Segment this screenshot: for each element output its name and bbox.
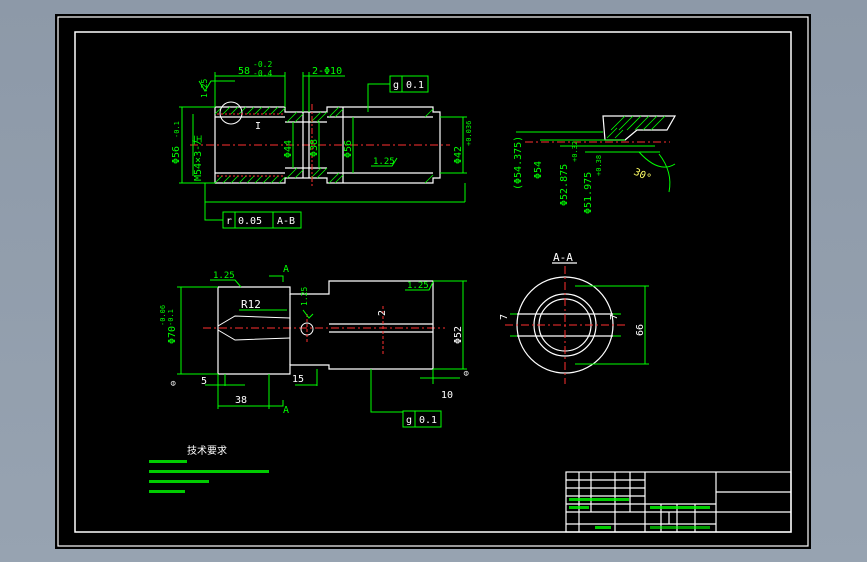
dim-phi70-tol-lo: -0.1	[167, 309, 175, 326]
dim-phi42-tol: +0.036	[465, 121, 473, 146]
view2-dimensions: 1.25 A R12 1.25 1.25 Φ70 -0.06 -0.1 ⊖ Φ5…	[159, 264, 472, 428]
dim-phi70: Φ70	[167, 326, 178, 344]
section-aa: A-A 7 7 66	[499, 251, 649, 384]
drawing-canvas[interactable]: I 58 -0.2 -0.4 2-Φ10 1.25 Φ56 -0.1 M54×3…	[55, 14, 811, 549]
dim-38: 38	[235, 395, 247, 406]
dim-2-phi10: 2-Φ10	[312, 66, 342, 77]
datum-symbol-a: ⊖	[169, 381, 179, 386]
cad-viewport: I 58 -0.2 -0.4 2-Φ10 1.25 Φ56 -0.1 M54×3…	[0, 0, 867, 562]
dim-phi52-875-tol: +0.32	[571, 141, 579, 162]
dim-58-tol-lo: -0.4	[253, 69, 272, 78]
view1-dimensions: 58 -0.2 -0.4 2-Φ10 1.25 Φ56 -0.1 M54×3-左…	[171, 60, 473, 229]
dim-slot-width: 2	[377, 310, 388, 316]
detail-view: (Φ54.375) Φ54 Φ52.875 +0.32 Φ51.975 +0.3…	[513, 115, 677, 214]
runout-symbol: r	[226, 216, 232, 227]
dim-10: 10	[441, 390, 453, 401]
dim-15: 15	[292, 374, 304, 385]
dim-phi56-left-tol: -0.1	[173, 121, 181, 138]
dim-angle-30: 30°	[632, 167, 653, 185]
runout-datum: A-B	[277, 216, 295, 227]
dim-66: 66	[635, 324, 646, 336]
dim-58: 58	[238, 66, 250, 77]
roughness-v2-b: 1.25	[300, 287, 309, 306]
dim-phi52: Φ52	[453, 326, 464, 344]
view1-section: I	[190, 101, 450, 186]
dim-phi54-375: (Φ54.375)	[513, 136, 524, 190]
technical-notes: 技术要求	[149, 444, 269, 493]
dim-thread: M54×3-左	[191, 135, 204, 181]
dim-7-left: 7	[499, 314, 510, 320]
section-mark-top: A	[283, 264, 289, 275]
flatness-symbol-top: g	[393, 80, 399, 91]
dim-phi54: Φ54	[533, 161, 544, 179]
drawing-svg: I 58 -0.2 -0.4 2-Φ10 1.25 Φ56 -0.1 M54×3…	[57, 16, 809, 547]
dim-phi52-875: Φ52.875	[559, 164, 570, 206]
roughness-top-left: 1.25	[200, 79, 209, 98]
view1-outline	[214, 106, 441, 184]
dim-phi56-mid: Φ56	[343, 140, 354, 158]
section-title: A-A	[553, 251, 573, 264]
flatness-value-top: 0.1	[406, 80, 424, 91]
flatness-value-bottom: 0.1	[419, 415, 437, 426]
notes-heading: 技术要求	[187, 444, 227, 457]
section-mark-bottom: A	[283, 405, 289, 416]
view2-exterior	[203, 280, 445, 375]
datum-symbol-b: ⊖	[462, 371, 472, 376]
dim-phi38: Φ38	[309, 139, 320, 157]
dim-phi42: Φ42	[453, 146, 464, 164]
flatness-symbol-bottom: g	[406, 415, 412, 426]
runout-value: 0.05	[238, 216, 262, 227]
dim-r12: R12	[241, 298, 261, 311]
detail-mark-label: I	[255, 121, 261, 132]
detail-circle[interactable]	[219, 101, 243, 125]
title-block	[565, 471, 792, 533]
dim-phi51-975: Φ51.975	[583, 172, 594, 214]
dim-phi56-left: Φ56	[171, 146, 182, 164]
dim-58-tol-up: -0.2	[253, 60, 272, 69]
dim-phi70-tol-up: -0.06	[159, 305, 167, 326]
dim-phi44: Φ44	[283, 140, 294, 158]
dim-phi51-975-tol: +0.38	[595, 155, 603, 176]
dim-7-right: 7	[609, 314, 620, 320]
